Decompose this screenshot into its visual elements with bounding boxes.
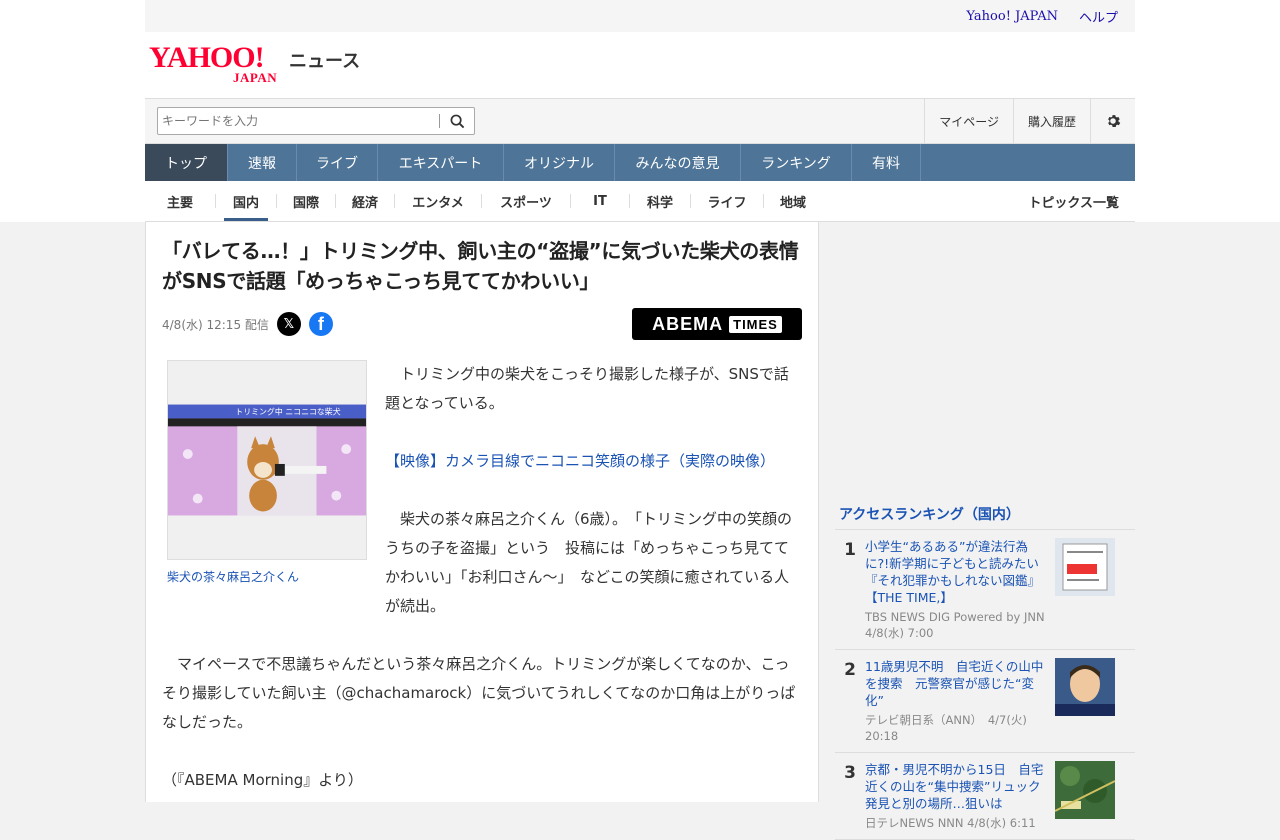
global-nav: トップ 速報 ライブ エキスパート オリジナル みんなの意見 ランキング 有料 — [145, 144, 1135, 181]
article-meta: 4/8(水) 12:15 配信 𝕏 f ABEMA TIMES — [162, 308, 802, 340]
video-link[interactable]: 【映像】カメラ目線でニコニコ笑顔の様子（実際の映像） — [385, 452, 775, 470]
gnav-breaking[interactable]: 速報 — [228, 144, 297, 181]
article-body: トリミング中 ニコニコな柴犬 柴犬の茶々麻呂之介くん トリミング中の柴犬をこっそ… — [162, 360, 802, 795]
gnav-ranking[interactable]: ランキング — [741, 144, 852, 181]
ranking-item-source: テレビ朝日系（ANN） — [865, 713, 977, 727]
category-economy[interactable]: 経済 — [336, 181, 394, 221]
logo-japan: JAPAN — [233, 70, 278, 85]
ranking-item-title[interactable]: 11歳男児不明 自宅近くの山中を捜索 元警察官が感じた“変化” — [865, 658, 1045, 709]
help-link[interactable]: ヘルプ — [1079, 7, 1118, 26]
gnav-top[interactable]: トップ — [145, 144, 228, 181]
publisher-logo-main: ABEMA — [652, 313, 724, 334]
article: 「バレてる…！」トリミング中、飼い主の“盗撮”に気づいた柴犬の表情がSNSで話題… — [145, 222, 819, 802]
image-banner-text: トリミング中 ニコニコな柴犬 — [235, 406, 340, 416]
x-share-icon[interactable]: 𝕏 — [276, 312, 301, 336]
category-life[interactable]: ライフ — [691, 181, 763, 221]
ranking-item-source-time: 日テレNEWS NNN 4/8(水) 6:11 — [865, 815, 1045, 831]
ranking-thumbnail[interactable] — [1055, 761, 1115, 819]
settings-button[interactable] — [1090, 99, 1135, 143]
article-date: 4/8(水) 12:15 配信 — [162, 317, 269, 332]
category-region[interactable]: 地域 — [764, 181, 822, 221]
category-science[interactable]: 科学 — [630, 181, 690, 221]
ranking-item[interactable]: 1 小学生“あるある”が違法行為に?!新学期に子どもと読みたい『それ犯罪かもしれ… — [835, 530, 1135, 650]
ranking-thumbnail[interactable] — [1055, 538, 1115, 596]
ranking-thumbnail[interactable] — [1055, 658, 1115, 716]
ranking-item[interactable]: 2 11歳男児不明 自宅近くの山中を捜索 元警察官が感じた“変化” テレビ朝日系… — [835, 650, 1135, 753]
article-image[interactable]: トリミング中 ニコニコな柴犬 — [167, 360, 367, 560]
article-source-note: （『ABEMA Morning』より） — [162, 771, 363, 789]
article-paragraph: マイペースで不思議ちゃんだという茶々麻呂之介くん。トリミングが楽しくてなのか、こ… — [162, 655, 796, 731]
category-sports[interactable]: スポーツ — [482, 181, 570, 221]
ranking-number: 3 — [844, 763, 856, 783]
gnav-live[interactable]: ライブ — [297, 144, 378, 181]
ranking-item-source: 日テレNEWS NNN — [865, 816, 964, 830]
ranking-title[interactable]: アクセスランキング（国内） — [835, 504, 1135, 530]
ranking-item[interactable]: 3 京都・男児不明から15日 自宅近くの山を“集中捜索”リュック発見と別の場所…… — [835, 753, 1135, 840]
category-separator — [215, 194, 216, 208]
shiba-dog-photo: トリミング中 ニコニコな柴犬 — [168, 404, 366, 516]
ranking-item-time: 4/8(水) 7:00 — [865, 626, 934, 640]
ranking-item-title[interactable]: 京都・男児不明から15日 自宅近くの山を“集中捜索”リュック発見と別の場所…狙い… — [865, 761, 1045, 812]
topics-all-link[interactable]: トピックス一覧 — [1028, 192, 1119, 211]
gnav-original[interactable]: オリジナル — [504, 144, 615, 181]
brand-header: YAHOO! JAPAN ニュース — [145, 32, 1135, 98]
facebook-share-icon[interactable]: f — [308, 312, 333, 336]
logo-service-name: ニュース — [289, 51, 361, 72]
mypage-link[interactable]: マイページ — [924, 99, 1013, 143]
ranking-item-source: TBS NEWS DIG Powered by JNN — [865, 610, 1045, 624]
sidebar: アクセスランキング（国内） 1 小学生“あるある”が違法行為に?!新学期に子ども… — [835, 222, 1135, 840]
category-it[interactable]: IT — [571, 181, 629, 221]
image-caption: 柴犬の茶々麻呂之介くん — [167, 570, 300, 584]
gnav-expert[interactable]: エキスパート — [378, 144, 504, 181]
ranking-item-title[interactable]: 小学生“あるある”が違法行為に?!新学期に子どもと読みたい『それ犯罪かもしれない… — [865, 538, 1045, 606]
category-entertainment[interactable]: エンタメ — [395, 181, 481, 221]
gear-icon — [1108, 115, 1121, 127]
boy-thumbnail-image — [1055, 658, 1115, 716]
account-menu: マイページ 購入履歴 — [924, 99, 1135, 143]
category-domestic[interactable]: 国内 — [224, 181, 268, 221]
search-bar: マイページ 購入履歴 — [145, 98, 1135, 144]
search-button[interactable] — [440, 108, 474, 134]
forest-map-thumbnail-image — [1055, 761, 1115, 819]
article-figure[interactable]: トリミング中 ニコニコな柴犬 柴犬の茶々麻呂之介くん — [167, 360, 367, 585]
gnav-opinions[interactable]: みんなの意見 — [615, 144, 741, 181]
search-box — [157, 107, 475, 135]
search-icon — [450, 114, 464, 128]
search-input[interactable] — [158, 114, 439, 128]
ranking-number: 2 — [844, 660, 856, 680]
ranking-item-source-time: テレビ朝日系（ANN） 4/7(火) 20:18 — [865, 712, 1045, 744]
yahoo-japan-link[interactable]: Yahoo! JAPAN — [966, 9, 1058, 24]
book-thumbnail-image — [1055, 538, 1115, 596]
category-nav: 主要 国内 国際 経済 エンタメ スポーツ IT 科学 ライフ 地域 トピックス… — [145, 181, 1135, 222]
purchase-history-link[interactable]: 購入履歴 — [1012, 99, 1090, 143]
category-main[interactable]: 主要 — [145, 181, 215, 221]
yahoo-news-logo[interactable]: YAHOO! JAPAN ニュース — [149, 41, 361, 85]
ranking-number: 1 — [844, 540, 856, 560]
ranking-item-time: 4/8(水) 6:11 — [967, 816, 1036, 830]
publisher-logo-sub: TIMES — [729, 315, 782, 333]
publisher-logo[interactable]: ABEMA TIMES — [632, 308, 802, 340]
gnav-paid[interactable]: 有料 — [852, 144, 921, 181]
category-international[interactable]: 国際 — [277, 181, 335, 221]
utility-bar: Yahoo! JAPAN ヘルプ — [145, 0, 1135, 32]
article-title: 「バレてる…！」トリミング中、飼い主の“盗撮”に気づいた柴犬の表情がSNSで話題… — [162, 239, 799, 293]
